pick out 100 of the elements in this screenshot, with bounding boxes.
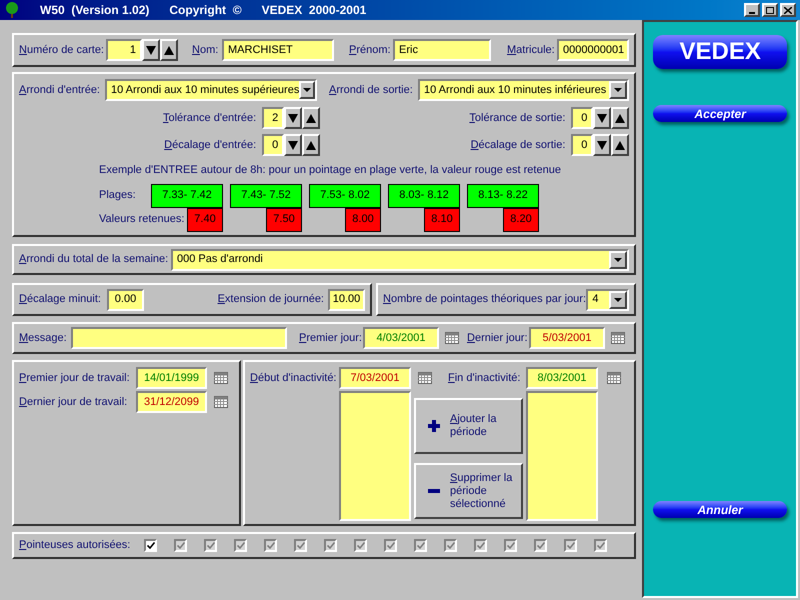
check-icon: [146, 542, 154, 549]
decrement-button[interactable]: [142, 39, 160, 61]
input-field[interactable]: 10.00: [328, 288, 365, 310]
increment-button[interactable]: [302, 134, 320, 156]
check-icon: [476, 542, 484, 549]
date-field[interactable]: 7/03/2001: [339, 367, 411, 389]
retained-value: 8.20: [503, 208, 539, 232]
maximize-icon: [766, 6, 774, 14]
input-field[interactable]: [71, 327, 287, 349]
increment-button[interactable]: [611, 107, 630, 129]
check-icon: [206, 542, 214, 549]
check-icon: [266, 542, 274, 549]
check-icon: [596, 542, 604, 549]
up-arrow-icon: [615, 114, 626, 122]
dropdown-button[interactable]: [609, 250, 627, 268]
check-icon: [446, 542, 454, 549]
caret-icon: [614, 88, 622, 92]
decrement-button[interactable]: [593, 107, 612, 129]
field-label: Matricule:: [507, 42, 556, 58]
field-label: Fin d'inactivité:: [448, 370, 522, 386]
field-label: Dernier jour:: [467, 330, 529, 346]
field-label: Dernier jour de travail:: [19, 394, 128, 410]
input-field[interactable]: 0000000001: [557, 39, 629, 61]
date-list[interactable]: [526, 391, 598, 521]
ranges-label: Plages:: [99, 188, 136, 204]
check-icon: [506, 542, 514, 549]
time-range: 7.53- 8.02: [309, 184, 381, 208]
date-value: 5/03/2001: [542, 330, 592, 346]
input-field[interactable]: 0.00: [107, 288, 144, 310]
input-field[interactable]: 0: [571, 107, 594, 129]
date-value: 4/03/2001: [376, 330, 426, 346]
calendar-icon[interactable]: [214, 372, 228, 384]
example-text: Exemple d'ENTREE autour de 8h: pour un pointage en plage verte, la valeur rouge est retenue: [99, 163, 562, 178]
date-field[interactable]: 5/03/2001: [529, 327, 605, 349]
input-field[interactable]: 0: [262, 134, 284, 156]
input-field[interactable]: 1: [106, 39, 142, 61]
field-label: Prénom:: [349, 42, 392, 58]
field-label: Décalage d'entrée:: [164, 138, 256, 153]
date-value: 14/01/1999: [144, 370, 200, 386]
check-icon: [356, 542, 364, 549]
dropdown-button[interactable]: [609, 81, 627, 99]
dropdown[interactable]: 4: [586, 288, 630, 310]
maximize-button[interactable]: [762, 3, 778, 17]
field-label: Arrondi de sortie:: [329, 82, 414, 98]
dropdown[interactable]: 10 Arrondi aux 10 minutes supérieures: [105, 79, 317, 101]
dropdown[interactable]: 000 Pas d'arrondi: [171, 248, 629, 270]
checkbox[interactable]: [144, 539, 157, 552]
up-arrow-icon: [306, 140, 316, 150]
dropdown[interactable]: 10 Arrondi aux 10 minutes inférieures: [418, 79, 629, 101]
date-value: 31/12/2099: [144, 394, 200, 410]
field-label: Décalage de sortie:: [470, 138, 566, 153]
window-title: Copyright ©: [169, 2, 242, 19]
date-field[interactable]: 14/01/1999: [136, 367, 207, 389]
input-field[interactable]: MARCHISET: [222, 39, 334, 61]
up-arrow-icon: [615, 140, 626, 150]
field-label: Tolérance d'entrée:: [162, 110, 256, 126]
calendar-icon[interactable]: [445, 332, 459, 344]
input-field[interactable]: 2: [262, 107, 284, 129]
field-label: Tolérance de sortie:: [469, 110, 566, 126]
field-label: Arrondi d'entrée:: [19, 82, 101, 98]
check-icon: [176, 542, 184, 549]
dropdown-button[interactable]: [609, 290, 628, 308]
increment-button[interactable]: [302, 107, 320, 129]
date-list[interactable]: [339, 391, 411, 521]
window-title: W50 (Version 1.02): [40, 2, 150, 19]
time-range: 8.03- 8.12: [388, 184, 460, 208]
window-title: VEDEX 2000-2001: [262, 2, 366, 19]
check-icon: [326, 542, 334, 549]
calendar-icon[interactable]: [418, 372, 432, 384]
field-label: Décalage minuit:: [19, 292, 102, 308]
decrement-button[interactable]: [284, 134, 302, 156]
minimize-button[interactable]: [744, 3, 760, 17]
check-icon: [236, 542, 244, 549]
decrement-button[interactable]: [284, 107, 302, 129]
accept-button[interactable]: Accepter: [653, 105, 788, 122]
close-icon: [784, 6, 792, 14]
time-range: 7.43- 7.52: [230, 184, 302, 208]
decrement-button[interactable]: [593, 134, 612, 156]
values-label: Valeurs retenues:: [99, 212, 184, 228]
input-field[interactable]: 0: [571, 134, 594, 156]
calendar-icon[interactable]: [214, 396, 228, 408]
close-button[interactable]: [780, 3, 796, 17]
retained-value: 8.00: [345, 208, 381, 232]
input-field[interactable]: Eric: [393, 39, 491, 61]
down-arrow-icon: [597, 114, 608, 122]
check-icon: [416, 542, 424, 549]
cancel-button[interactable]: Annuler: [653, 501, 788, 518]
down-arrow-icon: [288, 114, 298, 122]
date-field[interactable]: 8/03/2001: [526, 367, 598, 389]
time-range: 7.33- 7.42: [151, 184, 223, 208]
increment-button[interactable]: [160, 39, 178, 61]
date-field[interactable]: 4/03/2001: [363, 327, 439, 349]
add-period-button[interactable]: Ajouter la période: [414, 398, 523, 454]
calendar-icon[interactable]: [611, 332, 625, 344]
increment-button[interactable]: [611, 134, 630, 156]
field-label: Nombre de pointages théoriques par jour:: [383, 292, 586, 308]
remove-period-button[interactable]: Supprimer la période sélectionné: [414, 463, 523, 519]
calendar-icon[interactable]: [607, 372, 621, 384]
date-field[interactable]: 31/12/2099: [136, 391, 207, 413]
dropdown-button[interactable]: [299, 81, 315, 99]
